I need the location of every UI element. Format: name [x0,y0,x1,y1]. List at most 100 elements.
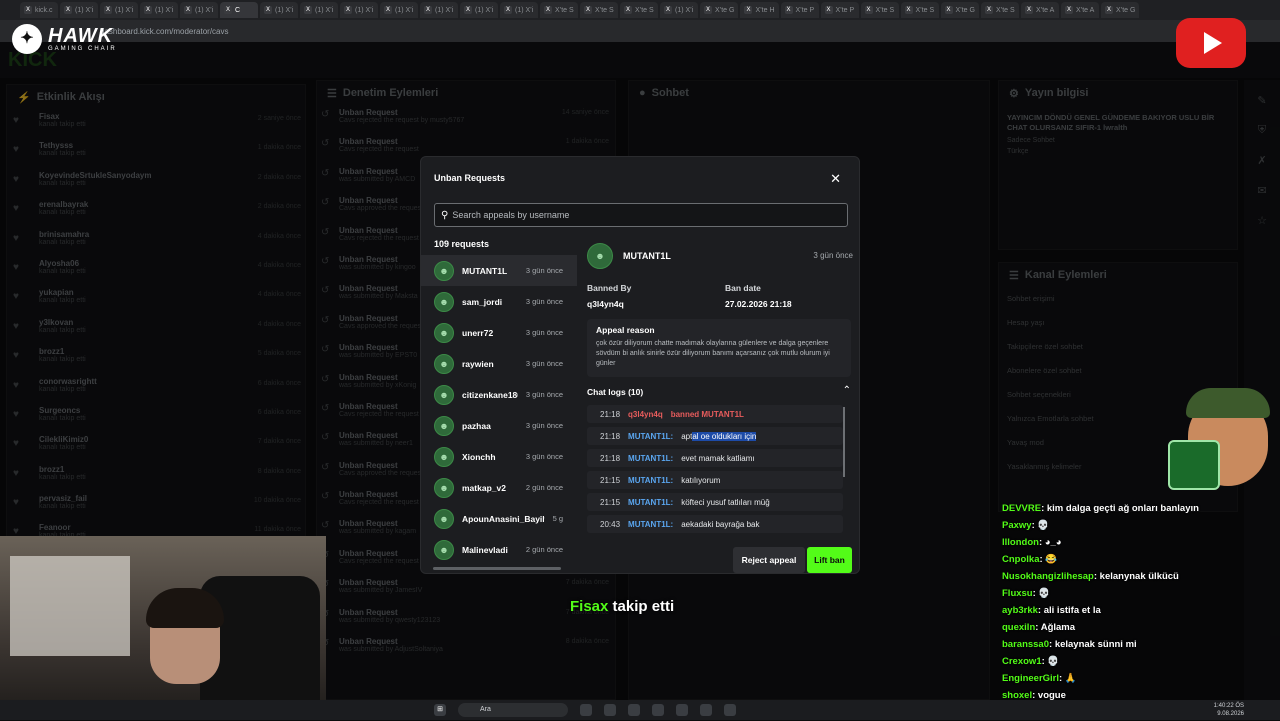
tab-favicon-icon: X [184,6,192,14]
browser-tab[interactable]: X X’te H [740,2,779,18]
tab-label: X’te A [1035,6,1055,14]
chat-log-time: 21:18 [600,409,621,419]
browser-tab[interactable]: X (1) X’i [420,2,458,18]
request-list-item[interactable]: ☻ Xionchh 3 gün önce [421,441,577,472]
hawk-title: HAWK [48,25,114,47]
browser-tab[interactable]: X X’te S [980,2,1019,18]
tab-favicon-icon: X [424,6,432,14]
browser-tab[interactable]: X (1) X’i [380,2,418,18]
appeal-search-box[interactable]: ⚲ [434,203,848,227]
tab-label: (1) X’i [675,6,694,14]
hawk-subtitle: GAMING CHAIR [48,46,117,52]
request-list-item[interactable]: ☻ pazhaa 3 gün önce [421,410,577,441]
discord-icon[interactable] [676,704,688,716]
stream-chat-message: Nusokhangizlihesap: kelanynak ülkücü [1002,568,1242,585]
browser-tab[interactable]: Xkick.c [20,2,58,18]
browser-tab[interactable]: X X’te S [900,2,939,18]
appeal-reason-text: çok özür diliyorum chatte madımak olayla… [596,340,830,367]
list-scrollbar[interactable] [433,567,561,570]
stream-chat-text: : kelanynak ülkücü [1093,571,1179,582]
tab-label: kick.c [35,6,53,14]
spotify-icon[interactable] [700,704,712,716]
tab-label: (1) X’i [315,6,334,14]
browser-tab[interactable]: X (1) X’i [660,2,698,18]
request-username: ApounAnasini_Bayiltan [462,513,545,524]
request-list-item[interactable]: ☻ matkap_v2 2 gün önce [421,472,577,503]
avatar: ☻ [434,508,454,529]
tab-favicon-icon: X [784,6,793,14]
browser-tab[interactable]: X X’te A [1020,2,1059,18]
request-username: unerr72 [462,327,494,338]
browser-tab[interactable]: X (1) X’i [100,2,138,18]
request-username: pazhaa [462,420,491,431]
browser-tab[interactable]: X X’te A [1060,2,1099,18]
chat-log-user: q3l4yn4q [628,409,663,419]
browser-tab[interactable]: X (1) X’i [460,2,498,18]
follow-alert-name: Fisax [570,598,609,615]
search-icon: ⚲ [441,209,449,221]
request-list-item[interactable]: ☻ citizenkane1863 3 gün önce [421,379,577,410]
tab-favicon-icon: X [464,6,472,14]
request-time: 3 gün önce [525,452,563,461]
windows-start-icon[interactable]: ⊞ [434,704,446,716]
reject-appeal-button[interactable]: Reject appeal [733,547,805,573]
stream-chat-message: Fluxsu: 💀 [1002,585,1242,602]
request-list-item[interactable]: ☻ unerr72 3 gün önce [421,317,577,348]
detail-time: 3 gün önce [813,251,853,260]
stream-chat-message: baranssa0: kelaynak sünni mi [1002,636,1242,653]
browser-tab[interactable]: X X’te P [820,2,859,18]
stream-chat-user: DEVVRE [1002,503,1042,514]
tab-label: (1) X’i [355,6,374,14]
taskbar-search[interactable]: Ara [458,703,568,717]
files-icon[interactable] [580,704,592,716]
chat-log-row: 21:15 MUTANT1L: katılıyorum [587,471,843,489]
browser-tab[interactable]: X X’te G [1100,2,1140,18]
chevron-up-icon[interactable]: ⌃ [843,385,851,396]
request-time: 3 gün önce [525,390,563,399]
browser-tab[interactable]: X X’te S [540,2,578,18]
browser-tab[interactable]: XC [220,2,258,18]
folder-icon[interactable] [628,704,640,716]
tab-favicon-icon: X [1104,6,1113,14]
request-list-item[interactable]: ☻ Malinevladi 2 gün önce [421,534,577,565]
lift-ban-button[interactable]: Lift ban [807,547,852,573]
browser-tab[interactable]: X X’te G [700,2,739,18]
tab-label: X’te H [755,6,775,14]
appeal-search-input[interactable] [452,210,833,220]
request-list-item[interactable]: ☻ MUTANT1L 3 gün önce [421,255,577,286]
request-username: matkap_v2 [462,482,506,493]
obs-icon[interactable] [724,704,736,716]
clock-time: 1:40:22 ÖS [1213,703,1244,709]
chrome-icon[interactable] [604,704,616,716]
browser-tab[interactable]: X (1) X’i [180,2,218,18]
tab-favicon-icon: X [584,6,592,14]
tab-label: X’te S [915,6,935,14]
request-time: 3 gün önce [525,359,563,368]
chat-logs-label: Chat logs (10) [587,387,644,397]
browser-tab[interactable]: X (1) X’i [500,2,538,18]
browser-tab[interactable]: X (1) X’i [60,2,98,18]
close-icon[interactable]: ✕ [830,171,841,187]
url-text[interactable]: dashboard.kick.com/moderator/cavs [100,27,1280,36]
request-list-item[interactable]: ☻ ApounAnasini_Bayiltan 5 g [421,503,577,534]
stream-chat-text: : 😂 [1039,554,1058,565]
chat-log-message-highlight: al oe oldukları için [692,431,757,441]
browser-tab[interactable]: X X’te G [940,2,979,18]
browser-tab[interactable]: X (1) X’i [340,2,378,18]
request-list-item[interactable]: ☻ raywien 3 gün önce [421,348,577,379]
edge-icon[interactable] [652,704,664,716]
avatar: ☻ [434,322,454,343]
browser-tab[interactable]: X X’te S [620,2,658,18]
browser-tab[interactable]: X X’te P [780,2,819,18]
request-username: citizenkane1863 [462,389,518,400]
browser-tab[interactable]: X X’te S [580,2,618,18]
webcam-window [10,556,130,656]
browser-tab[interactable]: X (1) X’i [300,2,338,18]
browser-tab[interactable]: X X’te S [860,2,899,18]
request-list-item[interactable]: ☻ sam_jordi 3 gün önce [421,286,577,317]
chat-log-row: 20:43 MUTANT1L: aekadaki bayrağa bak [587,515,843,533]
browser-tab[interactable]: X (1) X’i [140,2,178,18]
address-bar[interactable]: dashboard.kick.com/moderator/cavs [0,20,1280,42]
browser-tab[interactable]: X (1) X’i [260,2,298,18]
chat-logs-scrollbar[interactable] [843,407,845,477]
